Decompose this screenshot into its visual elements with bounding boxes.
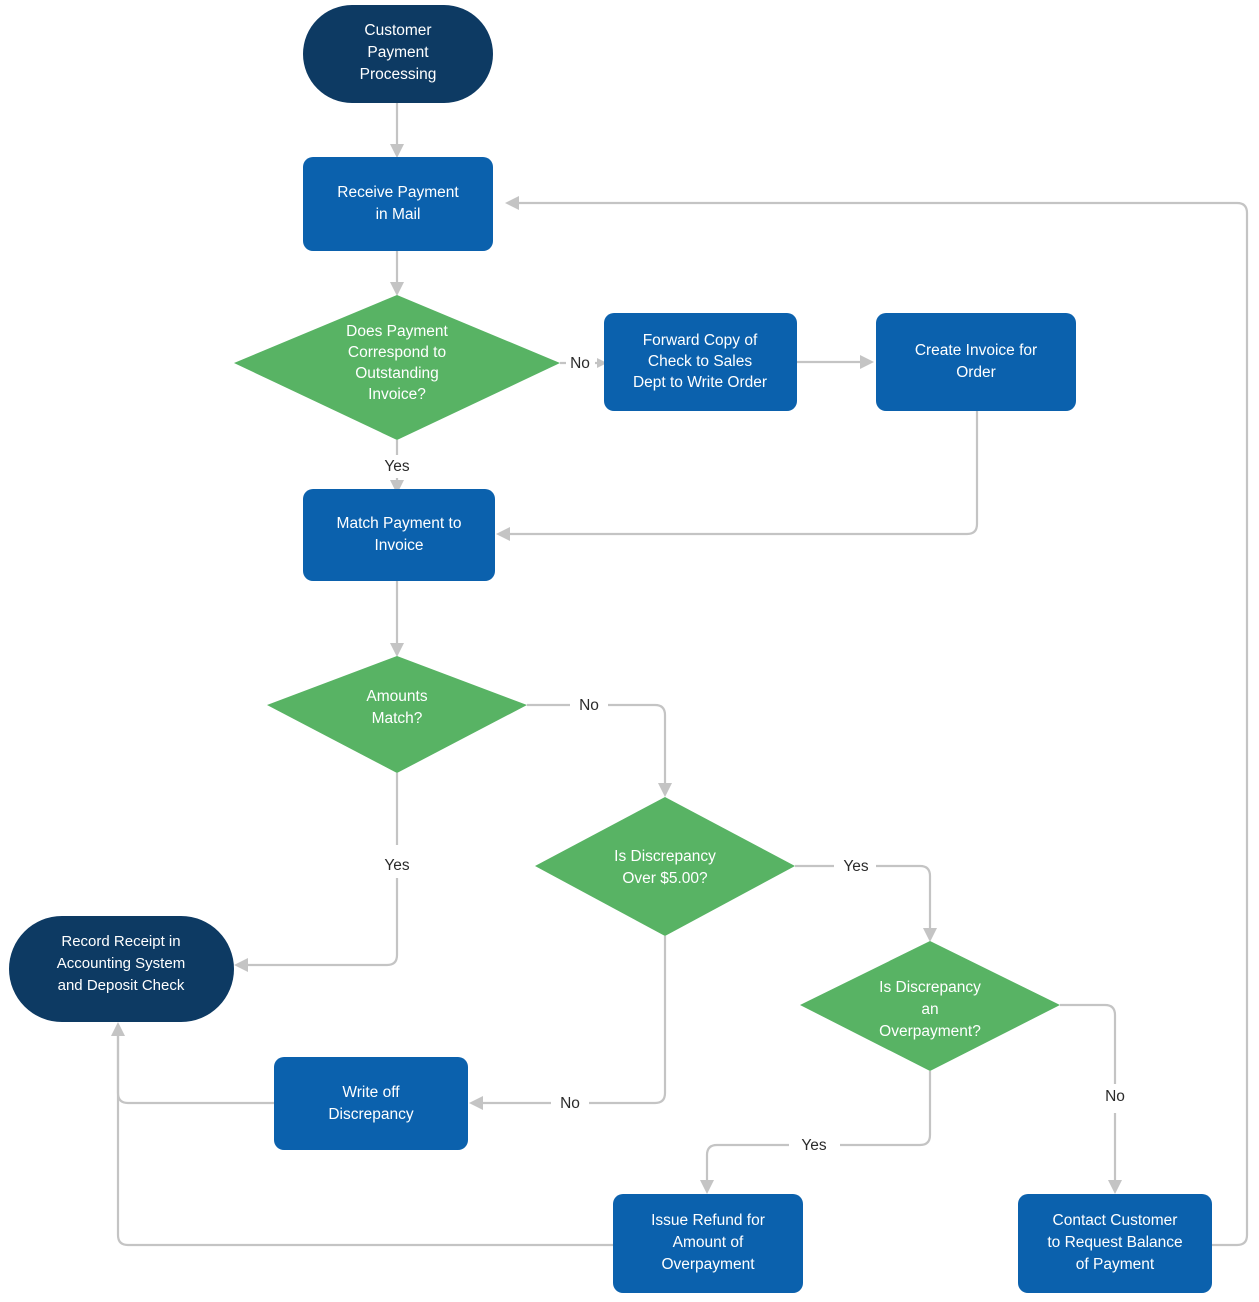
node-corresponds-invoice-line-2: Correspond to [348,344,446,361]
node-discrepancy-over-5-line-1: Is Discrepancy [614,848,716,865]
node-receive-payment[interactable]: Receive Payment in Mail [303,157,493,251]
node-match-payment-line-2: Invoice [374,537,423,554]
edge-label-no-amounts: No [579,697,599,714]
edge-label-no-over5: No [560,1095,580,1112]
edge-label-yes-amounts: Yes [384,857,410,874]
node-forward-copy-line-3: Dept to Write Order [633,374,767,391]
edge-label-no-corresponds: No [570,355,590,372]
node-receive-payment-line-1: Receive Payment [337,184,459,201]
edge-label-yes-corresponds: Yes [384,458,410,475]
edge-create-invoice-to-match-payment [496,411,979,541]
node-write-off-shape [274,1057,468,1150]
node-start-line-1: Customer [364,22,431,39]
edge-corresponds-invoice-to-match-payment: Yes [376,440,418,494]
edge-amounts-match-to-record-receipt: Yes [234,773,418,972]
node-contact-customer-line-2: to Request Balance [1047,1234,1182,1251]
node-discrepancy-over-5-line-2: Over $5.00? [622,870,708,887]
node-create-invoice-shape [876,313,1076,411]
node-amounts-match-line-1: Amounts [366,688,427,705]
node-match-payment[interactable]: Match Payment to Invoice [303,489,495,581]
node-corresponds-invoice-line-3: Outstanding [355,365,439,382]
node-write-off-line-2: Discrepancy [328,1106,414,1123]
node-contact-customer-line-1: Contact Customer [1053,1212,1178,1229]
node-start-line-3: Processing [360,66,437,83]
edge-write-off-to-record-receipt [111,1022,274,1105]
node-create-invoice[interactable]: Create Invoice for Order [876,313,1076,411]
node-forward-copy[interactable]: Forward Copy of Check to Sales Dept to W… [604,313,797,411]
edge-forward-copy-to-create-invoice [797,355,874,369]
node-match-payment-shape [303,489,495,581]
node-discrepancy-over-5-shape [535,797,795,936]
node-layer: Customer Payment Processing Receive Paym… [9,5,1212,1293]
edge-label-yes-overpayment: Yes [801,1137,827,1154]
node-discrepancy-overpayment-line-3: Overpayment? [879,1023,981,1040]
node-corresponds-invoice-line-1: Does Payment [346,323,448,340]
edge-amounts-match-to-discrepancy-over-5: No [527,694,672,797]
node-create-invoice-line-2: Order [956,364,996,381]
node-write-off[interactable]: Write off Discrepancy [274,1057,468,1150]
node-corresponds-invoice-line-4: Invoice? [368,386,426,403]
node-receive-payment-shape [303,157,493,251]
node-create-invoice-line-1: Create Invoice for [915,342,1037,359]
node-issue-refund-line-1: Issue Refund for [651,1212,765,1229]
node-receive-payment-line-2: in Mail [376,206,421,223]
node-discrepancy-overpayment-line-1: Is Discrepancy [879,979,981,996]
flowchart-canvas: No Yes Yes No Yes No Yes No Customer Pay… [0,0,1259,1302]
node-record-receipt-line-2: Accounting System [57,955,185,972]
node-record-receipt[interactable]: Record Receipt in Accounting System and … [9,916,234,1022]
edge-overpayment-to-contact-customer: No [1060,1003,1135,1194]
node-corresponds-invoice[interactable]: Does Payment Correspond to Outstanding I… [234,295,560,440]
node-contact-customer-line-3: of Payment [1076,1256,1155,1273]
edge-start-to-receive-payment [390,103,404,158]
node-issue-refund[interactable]: Issue Refund for Amount of Overpayment [613,1194,803,1293]
node-discrepancy-overpayment[interactable]: Is Discrepancy an Overpayment? [800,941,1060,1071]
node-start-line-2: Payment [367,44,429,61]
edge-receive-payment-to-corresponds-invoice [390,251,404,296]
edge-discrepancy-over-5-to-write-off: No [469,936,667,1114]
node-issue-refund-line-2: Amount of [673,1234,744,1251]
edge-label-yes-over5: Yes [843,858,869,875]
node-start[interactable]: Customer Payment Processing [303,5,493,103]
node-discrepancy-over-5[interactable]: Is Discrepancy Over $5.00? [535,797,795,936]
node-contact-customer[interactable]: Contact Customer to Request Balance of P… [1018,1194,1212,1293]
node-forward-copy-line-1: Forward Copy of [643,332,758,349]
node-record-receipt-line-3: and Deposit Check [58,977,185,994]
edge-label-no-overpayment: No [1105,1088,1125,1105]
node-amounts-match-line-2: Match? [372,710,423,727]
edge-discrepancy-over-5-to-overpayment: Yes [795,855,937,942]
node-amounts-match[interactable]: Amounts Match? [267,656,527,773]
edge-overpayment-to-issue-refund: Yes [700,1071,932,1194]
node-write-off-line-1: Write off [342,1084,400,1101]
node-discrepancy-overpayment-line-2: an [921,1001,938,1018]
node-forward-copy-line-2: Check to Sales [648,353,752,370]
flowchart-svg: No Yes Yes No Yes No Yes No Customer Pay… [9,5,1249,1293]
node-match-payment-line-1: Match Payment to [337,515,462,532]
edge-match-payment-to-amounts-match [390,580,404,657]
edge-corresponds-invoice-to-forward-copy: No [560,352,607,374]
node-record-receipt-line-1: Record Receipt in [61,933,180,950]
node-issue-refund-line-3: Overpayment [661,1256,755,1273]
